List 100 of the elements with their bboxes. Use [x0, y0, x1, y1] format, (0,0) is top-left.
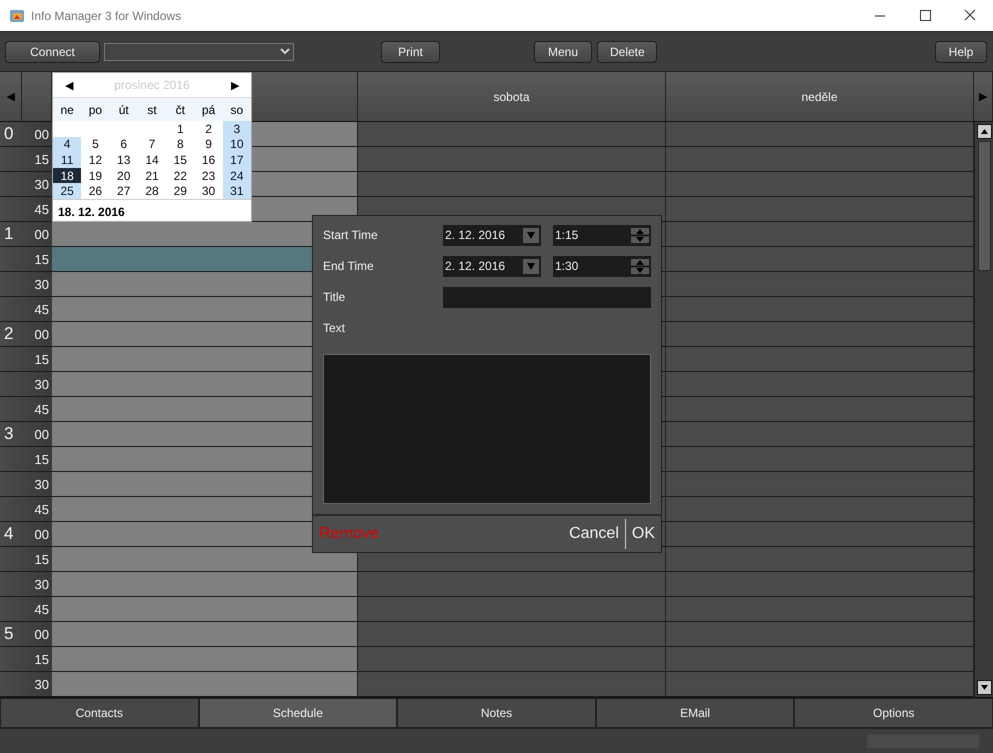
- time-slot[interactable]: [358, 647, 666, 672]
- tab[interactable]: Options: [794, 698, 993, 728]
- hour-label: 0: [3, 124, 14, 144]
- time-slot[interactable]: [358, 122, 666, 147]
- tab[interactable]: Contacts: [0, 698, 199, 728]
- today-date[interactable]: 18. 12. 2016: [58, 204, 125, 219]
- scroll-thumb[interactable]: [978, 141, 990, 271]
- minute-label: 30: [34, 676, 50, 692]
- tab[interactable]: Schedule: [198, 698, 398, 728]
- field-label: Start Time: [323, 228, 379, 242]
- calendar-day[interactable]: 11: [53, 152, 82, 168]
- date-field[interactable]: 2. 12. 2016: [443, 256, 541, 276]
- time-slot[interactable]: [358, 147, 666, 172]
- time-slot[interactable]: [52, 572, 358, 597]
- spinner-icon[interactable]: [631, 228, 649, 242]
- tab[interactable]: EMail: [596, 698, 794, 728]
- weekday-label: so: [230, 102, 244, 116]
- calendar-day[interactable]: 1: [166, 121, 194, 137]
- time-slot[interactable]: [666, 197, 974, 222]
- next-month-button[interactable]: ▶: [230, 78, 239, 92]
- calendar-day[interactable]: 27: [110, 183, 138, 199]
- time-slot[interactable]: [666, 247, 974, 272]
- time-field[interactable]: 1:30: [553, 256, 651, 276]
- calendar-day[interactable]: 12: [81, 152, 110, 168]
- calendar-day[interactable]: 9: [194, 136, 223, 152]
- calendar-day[interactable]: 10: [222, 136, 251, 152]
- calendar-day[interactable]: 28: [138, 183, 166, 199]
- time-slot[interactable]: [52, 547, 358, 572]
- calendar-day[interactable]: 30: [194, 183, 223, 199]
- scroll-up-icon[interactable]: [976, 124, 992, 139]
- time-slot[interactable]: [358, 597, 666, 622]
- minute-label: 30: [34, 276, 50, 292]
- dropdown-icon[interactable]: [523, 258, 539, 274]
- minute-label: 30: [34, 576, 50, 592]
- calendar-day[interactable]: 31: [222, 183, 251, 199]
- hour-label: 2: [3, 324, 14, 344]
- calendar-day[interactable]: 3: [222, 121, 251, 137]
- calendar-day[interactable]: 20: [110, 168, 138, 184]
- calendar-day[interactable]: 13: [110, 152, 138, 168]
- toolbar-button[interactable]: Print: [381, 40, 440, 62]
- toolbar-button[interactable]: Menu: [534, 40, 592, 62]
- minute-label: 45: [34, 402, 50, 416]
- minute-label: 45: [34, 202, 50, 216]
- time-slot[interactable]: [666, 622, 974, 647]
- minute-label: 15: [34, 652, 50, 666]
- time-slot[interactable]: [358, 672, 666, 697]
- minute-label: 00: [34, 126, 50, 142]
- time-slot[interactable]: [666, 222, 974, 247]
- calendar-day[interactable]: 4: [53, 136, 82, 152]
- cancel-button[interactable]: Cancel: [563, 525, 625, 543]
- calendar-day[interactable]: 25: [53, 183, 82, 199]
- time-slot[interactable]: [358, 172, 666, 197]
- previous-month-button[interactable]: ◀: [65, 78, 73, 92]
- toolbar-button[interactable]: Help: [935, 40, 987, 62]
- time-slot[interactable]: [52, 647, 358, 672]
- time-slot[interactable]: [52, 622, 358, 647]
- calendar-day[interactable]: 24: [222, 168, 251, 184]
- date-field[interactable]: 2. 12. 2016: [443, 224, 541, 246]
- calendar-day[interactable]: 17: [222, 152, 251, 168]
- toolbar-button[interactable]: Delete: [597, 40, 657, 62]
- calendar-day[interactable]: 14: [138, 152, 166, 168]
- calendar-day[interactable]: 21: [138, 168, 166, 184]
- calendar-day[interactable]: 7: [138, 136, 166, 152]
- calendar-day[interactable]: 23: [194, 168, 223, 184]
- calendar-day[interactable]: 6: [110, 136, 138, 152]
- connection-dropdown[interactable]: [104, 42, 294, 60]
- dropdown-icon[interactable]: [523, 228, 539, 242]
- hour-label: 3: [3, 424, 14, 444]
- calendar-day[interactable]: 5: [81, 136, 110, 152]
- calendar-day[interactable]: 26: [81, 183, 110, 199]
- connect-button[interactable]: Connect: [5, 40, 100, 62]
- field-label: Title: [323, 290, 346, 304]
- minute-label: 00: [34, 326, 50, 342]
- time-slot[interactable]: [666, 172, 974, 197]
- time-slot[interactable]: [358, 622, 666, 647]
- time-slot[interactable]: [52, 672, 358, 697]
- calendar-day[interactable]: 16: [194, 152, 223, 168]
- calendar-day[interactable]: 8: [166, 136, 194, 152]
- calendar-day[interactable]: 29: [166, 183, 194, 199]
- time-field[interactable]: 1:15: [553, 224, 651, 246]
- scrollbar[interactable]: [974, 122, 993, 697]
- tab[interactable]: Notes: [397, 698, 596, 728]
- calendar-day[interactable]: 19: [81, 168, 110, 184]
- time-slot[interactable]: [358, 572, 666, 597]
- selected-day[interactable]: 18: [53, 168, 82, 184]
- spinner-icon[interactable]: [631, 258, 649, 274]
- time-slot[interactable]: [666, 647, 974, 672]
- time-slot[interactable]: [52, 597, 358, 622]
- calendar-day[interactable]: 2: [194, 121, 223, 137]
- time-slot[interactable]: [666, 147, 974, 172]
- scroll-down-icon[interactable]: [976, 680, 992, 695]
- ok-button[interactable]: OK: [626, 525, 661, 543]
- title-field[interactable]: [442, 286, 651, 308]
- calendar-day[interactable]: 15: [166, 152, 194, 168]
- time-slot[interactable]: [666, 597, 974, 622]
- time-slot[interactable]: [666, 572, 974, 597]
- time-slot[interactable]: [666, 547, 974, 572]
- calendar-day[interactable]: 22: [166, 168, 194, 184]
- day-header: sobota: [358, 72, 666, 121]
- minute-label: 15: [34, 152, 50, 166]
